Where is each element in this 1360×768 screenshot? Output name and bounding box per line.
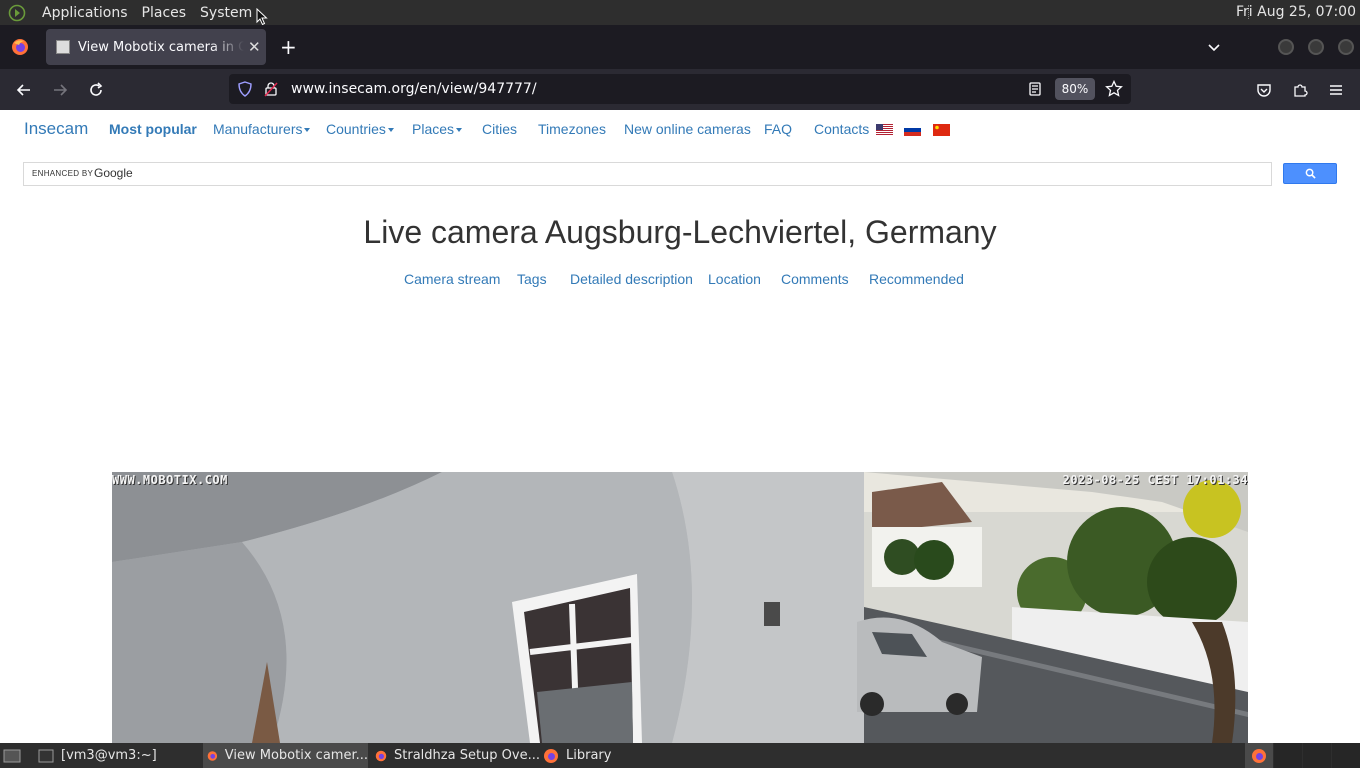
navigation-toolbar: www.insecam.org/en/view/947777/ 80% — [0, 69, 1360, 110]
link-comments[interactable]: Comments — [781, 271, 849, 287]
tracking-protection-shield-icon[interactable] — [237, 81, 253, 97]
new-tab-icon[interactable]: + — [280, 37, 297, 57]
back-arrow-icon[interactable] — [15, 81, 33, 99]
cn-flag-icon[interactable] — [933, 124, 950, 136]
enhanced-by-label: ENHANCED BY — [32, 169, 94, 178]
firefox-icon — [544, 748, 558, 763]
camera-watermark: WWW.MOBOTIX.COM — [112, 473, 228, 487]
reload-icon[interactable] — [87, 81, 105, 99]
places-menu[interactable]: Places — [142, 5, 187, 21]
camera-timestamp: 2023-08-25 CEST 17:01:34 — [1062, 473, 1248, 487]
maximize-window-icon[interactable] — [1308, 39, 1324, 55]
nav-faq[interactable]: FAQ — [764, 121, 792, 137]
nav-new-online-cameras[interactable]: New online cameras — [624, 121, 751, 137]
search-icon — [1305, 168, 1316, 179]
workspace-2[interactable] — [1274, 743, 1302, 768]
us-flag-icon[interactable] — [876, 124, 893, 136]
site-brand-link[interactable]: Insecam — [24, 119, 88, 139]
nav-manufacturers-dropdown[interactable]: Manufacturers — [213, 121, 311, 137]
hamburger-menu-icon[interactable] — [1327, 81, 1345, 99]
taskbar-item-label: [vm3@vm3:~] — [61, 748, 157, 763]
nav-places-dropdown[interactable]: Places — [412, 121, 463, 137]
workspace-3[interactable] — [1303, 743, 1331, 768]
close-window-icon[interactable] — [1338, 39, 1354, 55]
taskbar-item-label: Straldhza Setup Ove... — [394, 748, 540, 763]
minimize-window-icon[interactable] — [1278, 39, 1294, 55]
applications-menu[interactable]: Applications — [42, 5, 128, 21]
link-detailed-description[interactable]: Detailed description — [570, 271, 693, 287]
firefox-menu-icon[interactable] — [10, 37, 30, 57]
ru-flag-icon[interactable] — [904, 124, 921, 136]
workspace-4[interactable] — [1332, 743, 1360, 768]
camera-scene-image — [112, 472, 1248, 743]
workspace-switcher[interactable] — [1245, 743, 1273, 768]
system-menu[interactable]: System — [200, 5, 252, 21]
bookmark-star-icon[interactable] — [1105, 80, 1123, 98]
caret-down-icon — [387, 128, 394, 133]
taskbar-item-firefox-setup[interactable]: Straldhza Setup Ove... — [375, 743, 540, 768]
url-text: www.insecam.org/en/view/947777/ — [291, 81, 537, 97]
applications-logo-icon[interactable] — [6, 2, 28, 24]
firefox-icon — [1252, 748, 1266, 763]
terminal-icon — [38, 749, 54, 762]
panel-clock[interactable]: Fri Aug 25, 07:00 — [1236, 4, 1356, 20]
mouse-cursor-icon — [256, 8, 268, 26]
insecure-lock-icon[interactable] — [263, 81, 279, 97]
reader-view-icon[interactable] — [1027, 81, 1043, 97]
forward-arrow-icon[interactable] — [51, 81, 69, 99]
camera-stream-image[interactable]: WWW.MOBOTIX.COM 2023-08-25 CEST 17:01:34 — [112, 472, 1248, 743]
zoom-level-badge[interactable]: 80% — [1055, 78, 1095, 100]
nav-cities[interactable]: Cities — [482, 121, 517, 137]
taskbar-item-label: View Mobotix camer... — [224, 748, 368, 763]
google-label: Google — [94, 166, 133, 180]
desktop-icon — [3, 749, 21, 762]
link-location[interactable]: Location — [708, 271, 761, 287]
nav-most-popular[interactable]: Most popular — [109, 121, 197, 137]
tab-title: View Mobotix camera in Germany — [78, 39, 244, 55]
nav-contacts[interactable]: Contacts — [814, 121, 869, 137]
taskbar: [vm3@vm3:~] View Mobotix camer... Strald… — [0, 743, 1360, 768]
search-button[interactable] — [1283, 163, 1337, 184]
pocket-icon[interactable] — [1255, 81, 1273, 99]
tab-strip: View Mobotix camera in Germany ✕ + — [0, 25, 1360, 69]
link-tags[interactable]: Tags — [517, 271, 547, 287]
taskbar-item-label: Library — [566, 748, 612, 763]
taskbar-item-library[interactable]: Library — [543, 743, 663, 768]
web-page: Insecam Most popular Manufacturers Count… — [0, 110, 1360, 743]
taskbar-item-firefox-active[interactable]: View Mobotix camer... — [203, 743, 368, 768]
address-bar[interactable]: www.insecam.org/en/view/947777/ 80% — [229, 74, 1131, 104]
extensions-puzzle-icon[interactable] — [1291, 81, 1309, 99]
caret-down-icon — [304, 128, 311, 133]
close-tab-icon[interactable]: ✕ — [248, 38, 261, 56]
firefox-icon — [207, 750, 218, 761]
show-desktop-button[interactable] — [3, 743, 23, 768]
firefox-icon — [375, 750, 387, 761]
taskbar-item-terminal[interactable]: [vm3@vm3:~] — [38, 743, 198, 768]
nav-countries-label: Countries — [326, 121, 386, 137]
nav-timezones[interactable]: Timezones — [538, 121, 606, 137]
page-title: Live camera Augsburg-Lechviertel, German… — [363, 214, 997, 250]
tab-active[interactable]: View Mobotix camera in Germany ✕ — [46, 29, 266, 65]
site-navbar: Insecam Most popular Manufacturers Count… — [0, 110, 1360, 150]
camera-favicon-icon — [56, 40, 70, 54]
caret-down-icon — [456, 128, 463, 133]
nav-manufacturers-label: Manufacturers — [213, 121, 303, 137]
link-camera-stream[interactable]: Camera stream — [404, 271, 500, 287]
nav-countries-dropdown[interactable]: Countries — [326, 121, 394, 137]
google-search-input[interactable]: ENHANCED BY Google — [23, 162, 1272, 186]
list-all-tabs-chevron-icon[interactable] — [1206, 39, 1222, 55]
link-recommended[interactable]: Recommended — [869, 271, 964, 287]
nav-places-label: Places — [412, 121, 455, 137]
top-panel: Applications Places System Fri Aug 25, 0… — [0, 0, 1360, 25]
